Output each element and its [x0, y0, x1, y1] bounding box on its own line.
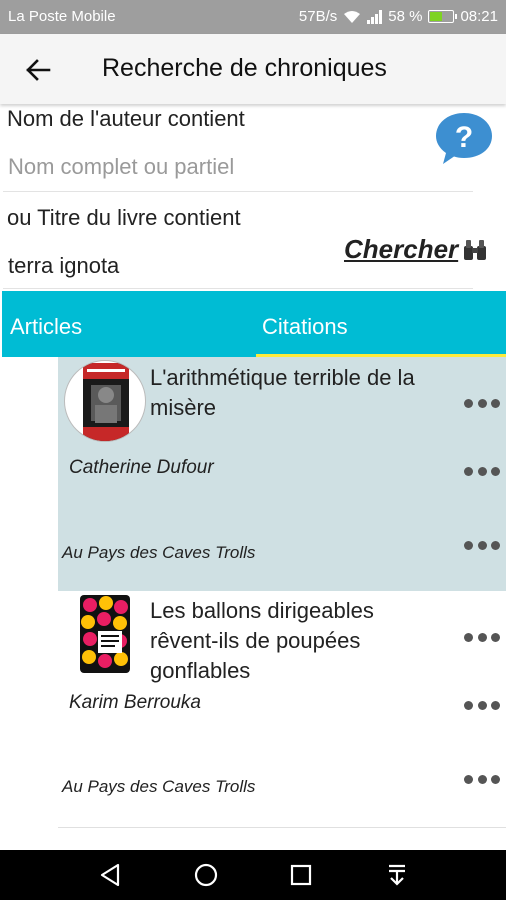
- blog-name: Au Pays des Caves Trolls: [62, 777, 256, 796]
- carrier-name: La Poste Mobile: [8, 8, 116, 25]
- svg-text:?: ?: [455, 121, 473, 154]
- tab-articles[interactable]: Articles: [10, 291, 82, 357]
- title-input[interactable]: terra ignota: [8, 253, 119, 279]
- author-label: Nom de l'auteur contient: [7, 106, 245, 131]
- system-nav-bar: [0, 850, 506, 900]
- page-title: Recherche de chroniques: [102, 54, 387, 82]
- book-author: Catherine Dufour: [69, 457, 214, 478]
- notifications-down-icon[interactable]: [382, 860, 412, 890]
- help-button[interactable]: ?: [434, 110, 494, 166]
- tab-bar: Articles Citations: [2, 291, 506, 357]
- blog-name: Au Pays des Caves Trolls: [62, 543, 256, 562]
- more-options-icon[interactable]: [464, 466, 500, 476]
- book-cover-image: [80, 595, 130, 673]
- back-button[interactable]: [20, 52, 56, 88]
- app-bar: Recherche de chroniques: [0, 34, 506, 104]
- wifi-icon: [344, 10, 361, 23]
- book-cover-image: [64, 360, 146, 442]
- network-speed: 57B/s: [298, 8, 338, 25]
- more-options-icon[interactable]: [464, 774, 500, 784]
- arrow-left-icon: [26, 59, 51, 81]
- book-author: Karim Berrouka: [69, 692, 201, 713]
- list-divider: [58, 827, 506, 828]
- battery-percent: 58 %: [388, 8, 423, 25]
- book-title: Les ballons dirigeables rêvent-ils de po…: [150, 598, 374, 683]
- tab-citations[interactable]: Citations: [262, 291, 348, 357]
- author-input[interactable]: Nom complet ou partiel: [8, 154, 234, 180]
- battery-icon: [428, 10, 458, 23]
- search-button[interactable]: Chercher: [344, 234, 488, 265]
- more-options-icon[interactable]: [464, 398, 500, 408]
- status-bar: La Poste Mobile 57B/s 58 % 08:21: [0, 0, 506, 34]
- more-options-icon[interactable]: [464, 632, 500, 642]
- list-item[interactable]: L'arithmétique terrible de la misère Cat…: [58, 357, 506, 591]
- signal-icon: [367, 9, 383, 24]
- home-circle-icon[interactable]: [191, 860, 221, 890]
- book-title: L'arithmétique terrible de la misère: [150, 365, 415, 420]
- author-input-underline: [3, 191, 473, 192]
- more-options-icon[interactable]: [464, 540, 500, 550]
- list-item[interactable]: Les ballons dirigeables rêvent-ils de po…: [58, 591, 506, 827]
- more-options-icon[interactable]: [464, 700, 500, 710]
- title-input-underline: [3, 288, 473, 289]
- title-label: ou Titre du livre contient: [7, 205, 241, 230]
- back-triangle-icon[interactable]: [96, 860, 126, 890]
- search-button-label: Chercher: [344, 234, 459, 264]
- question-bubble-icon: ?: [436, 113, 492, 164]
- clock: 08:21: [460, 8, 498, 25]
- binoculars-icon: [464, 239, 487, 260]
- recents-square-icon[interactable]: [286, 860, 316, 890]
